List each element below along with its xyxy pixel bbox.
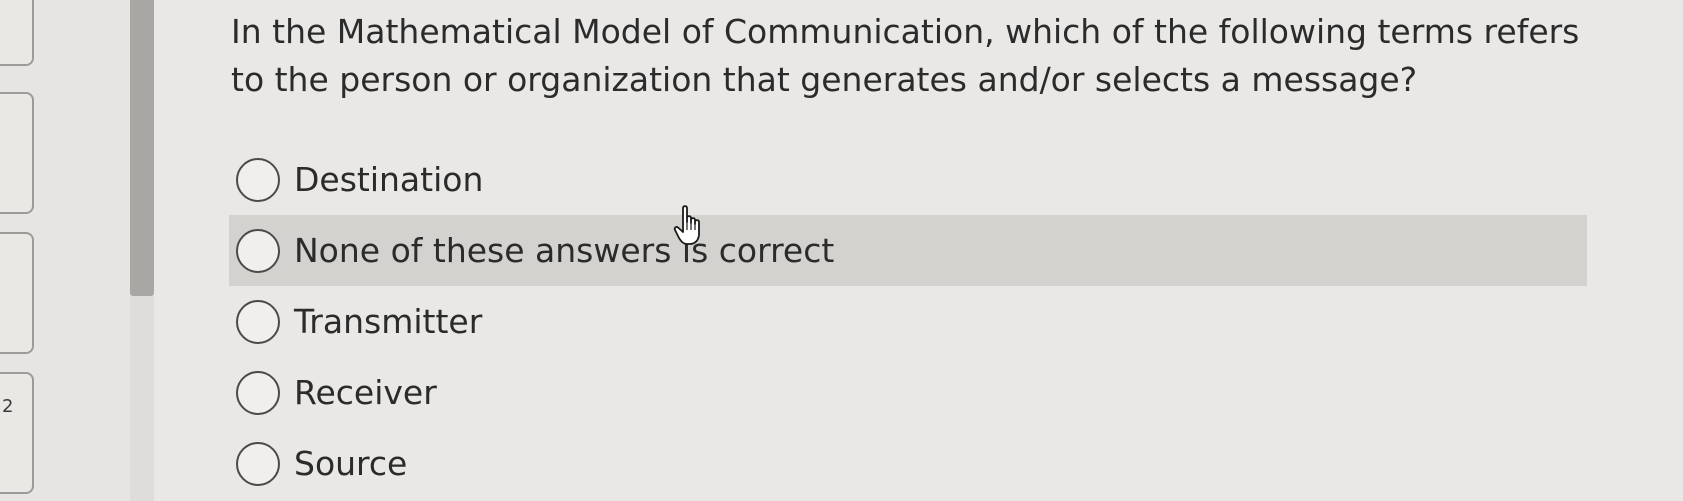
option-label: None of these answers is correct <box>294 231 835 270</box>
scrollbar-thumb[interactable] <box>130 0 154 296</box>
answer-option-transmitter[interactable]: Transmitter <box>229 286 1587 357</box>
radio-button[interactable] <box>236 299 280 344</box>
hand-pointer-icon <box>673 205 700 245</box>
question-text: In the Mathematical Model of Communicati… <box>231 12 1580 99</box>
answer-option-none-correct[interactable]: None of these answers is correct <box>229 215 1587 286</box>
radio-button[interactable] <box>236 228 280 273</box>
answer-option-source[interactable]: Source <box>229 428 1587 499</box>
option-label: Source <box>294 444 408 483</box>
option-label: Destination <box>294 160 484 199</box>
answer-options: Destination None of these answers is cor… <box>229 144 1587 499</box>
radio-button[interactable] <box>236 157 280 202</box>
question-nav-item[interactable] <box>0 232 34 354</box>
question-nav-item[interactable] <box>0 372 34 494</box>
answer-option-receiver[interactable]: Receiver <box>229 357 1587 428</box>
option-label: Receiver <box>294 373 437 412</box>
question-nav-item[interactable] <box>0 0 34 66</box>
option-label: Transmitter <box>294 302 483 341</box>
question-nav-panel: 2 <box>0 0 132 501</box>
question-number-mark: 2 <box>2 396 14 417</box>
question-nav-item[interactable] <box>0 92 34 214</box>
answer-option-destination[interactable]: Destination <box>229 144 1587 215</box>
radio-button[interactable] <box>236 370 280 415</box>
radio-button[interactable] <box>236 441 280 486</box>
